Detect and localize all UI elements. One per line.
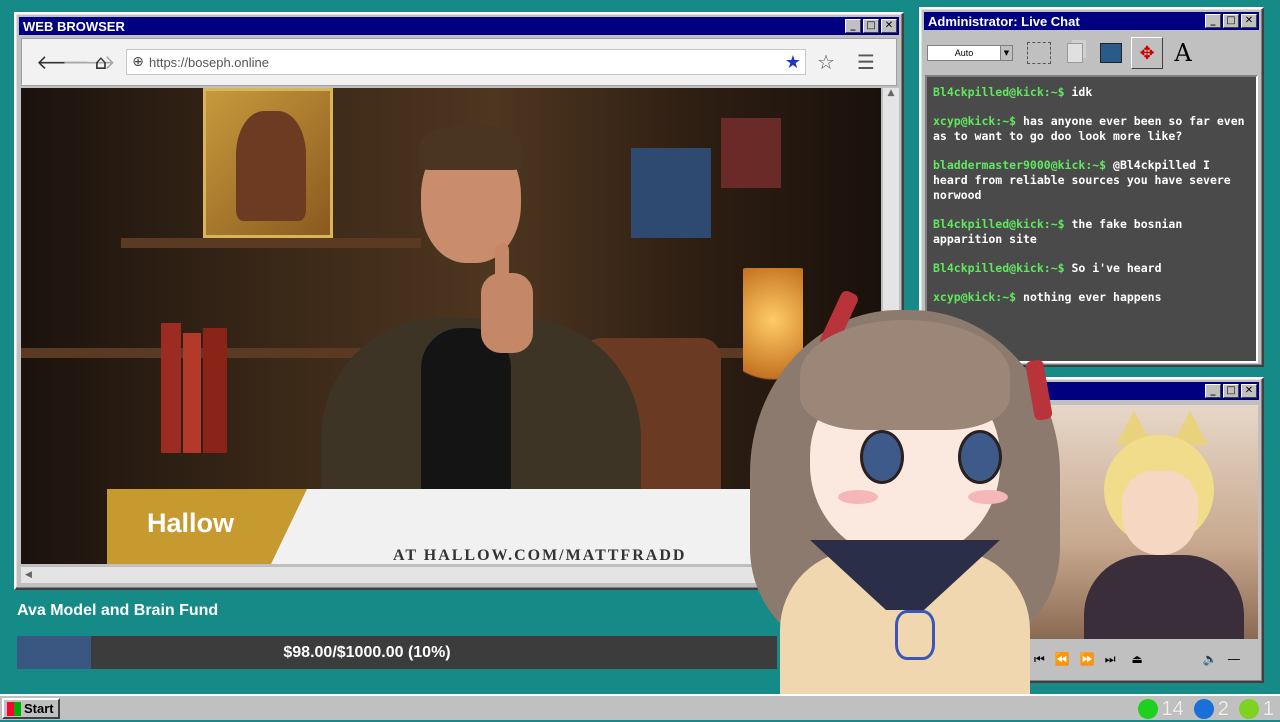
book [161,323,181,453]
taskbar: Start 14 2 1 [0,694,1280,720]
globe-icon: ⊕ [127,54,149,70]
chat-message-text: So i've heard [1065,261,1162,275]
close-button[interactable]: ✕ [881,19,897,33]
zoom-select-value: Auto [928,48,1000,58]
book [183,333,201,453]
vtuber-blush [838,490,878,504]
sponsor-brand: Hallow [147,508,234,539]
move-icon[interactable]: ✥ [1131,37,1163,69]
address-bar[interactable]: ⊕ https://boseph.online ★ [126,49,806,75]
maximize-button[interactable]: □ [1223,14,1239,28]
chat-username[interactable]: Bl4ckpilled@kick:~$ [933,217,1065,231]
tray-count: 14 [1162,698,1184,721]
paste-icon[interactable] [1095,37,1127,69]
home-icon[interactable]: ⌂ [88,50,114,74]
vtuber-eye [860,430,904,484]
back-icon[interactable]: 🡐 [36,50,62,74]
fund-progress-text: $98.00/$1000.00 (10%) [17,636,717,669]
chat-title: Administrator: Live Chat [928,14,1203,29]
browser-navbar: 🡐 🡒 ⌂ ⊕ https://boseph.online ★ ☆ ☰ [21,38,897,86]
kick-icon[interactable] [1138,699,1158,719]
chevron-down-icon[interactable]: ▼ [1000,46,1012,60]
fund-title: Ava Model and Brain Fund [17,602,218,620]
picture-frame [721,118,781,188]
person-hand [481,273,533,353]
sponsor-url: AT HALLOW.COM/MATTFRADD [393,547,686,564]
font-icon[interactable]: A [1167,37,1199,69]
tray-count: 1 [1263,698,1274,721]
maximize-button[interactable]: □ [863,19,879,33]
close-button[interactable]: ✕ [1241,384,1257,398]
vtuber-bow [895,610,935,660]
eject-icon[interactable]: ⏏ [1132,652,1143,666]
maximize-button[interactable]: □ [1223,384,1239,398]
minimize-button[interactable]: _ [1205,384,1221,398]
avatar-face [1122,471,1198,555]
vtuber-eye [958,430,1002,484]
chat-message: Bl4ckpilled@kick:~$ idk [933,85,1250,100]
forward-icon[interactable]: 🡒 [62,50,88,74]
browser-title: WEB BROWSER [23,19,843,34]
browser-titlebar[interactable]: WEB BROWSER _ □ ✕ [19,17,899,35]
zoom-select[interactable]: Auto ▼ [927,45,1013,61]
chat-username[interactable]: xcyp@kick:~$ [933,114,1016,128]
fund-progress-bar: $98.00/$1000.00 (10%) [17,636,777,669]
moon-icon[interactable] [1194,699,1214,719]
person-hair [419,124,523,170]
chat-message: bladdermaster9000@kick:~$ @Bl4ckpilled I… [933,158,1250,203]
chat-username[interactable]: bladdermaster9000@kick:~$ [933,158,1106,172]
skip-forward-icon[interactable]: ⏭ [1105,652,1116,667]
chat-message: Bl4ckpilled@kick:~$ the fake bosnian app… [933,217,1250,247]
chat-message-text: idk [1065,85,1093,99]
url-text[interactable]: https://boseph.online [149,55,781,70]
chat-titlebar[interactable]: Administrator: Live Chat _ □ ✕ [924,12,1259,30]
system-tray: 14 2 1 [1134,696,1280,722]
chat-message: xcyp@kick:~$ has anyone ever been so far… [933,114,1250,144]
vtuber-blush [968,490,1008,504]
close-button[interactable]: ✕ [1241,14,1257,28]
start-button[interactable]: Start [2,698,60,719]
start-label: Start [24,701,54,716]
bookmark-star-icon[interactable]: ★ [781,52,805,73]
avatar-body [1084,555,1244,639]
play-icon[interactable] [1239,699,1259,719]
menu-icon[interactable]: ☰ [846,50,886,74]
volume-icon[interactable]: 🔈 [1203,652,1218,666]
chat-username[interactable]: Bl4ckpilled@kick:~$ [933,85,1065,99]
favorites-icon[interactable]: ☆ [806,50,846,74]
chat-toolbar: Auto ▼ ✥ A [925,33,1258,73]
minimize-button[interactable]: _ [1205,14,1221,28]
volume-slider[interactable]: ― [1228,652,1240,666]
book [631,148,711,238]
person-finger [495,243,509,287]
fast-forward-icon[interactable]: ⏩ [1080,652,1095,666]
select-icon[interactable] [1023,37,1055,69]
tray-count: 2 [1218,698,1229,721]
vtuber-model [730,270,1070,720]
copy-icon[interactable] [1059,37,1091,69]
minimize-button[interactable]: _ [845,19,861,33]
shelf [121,238,421,248]
scroll-up-icon[interactable]: ▲ [883,88,899,98]
windows-logo-icon [7,702,21,716]
vtuber-bangs [800,320,1010,430]
religious-icon-painting [203,88,333,238]
book [203,328,227,453]
